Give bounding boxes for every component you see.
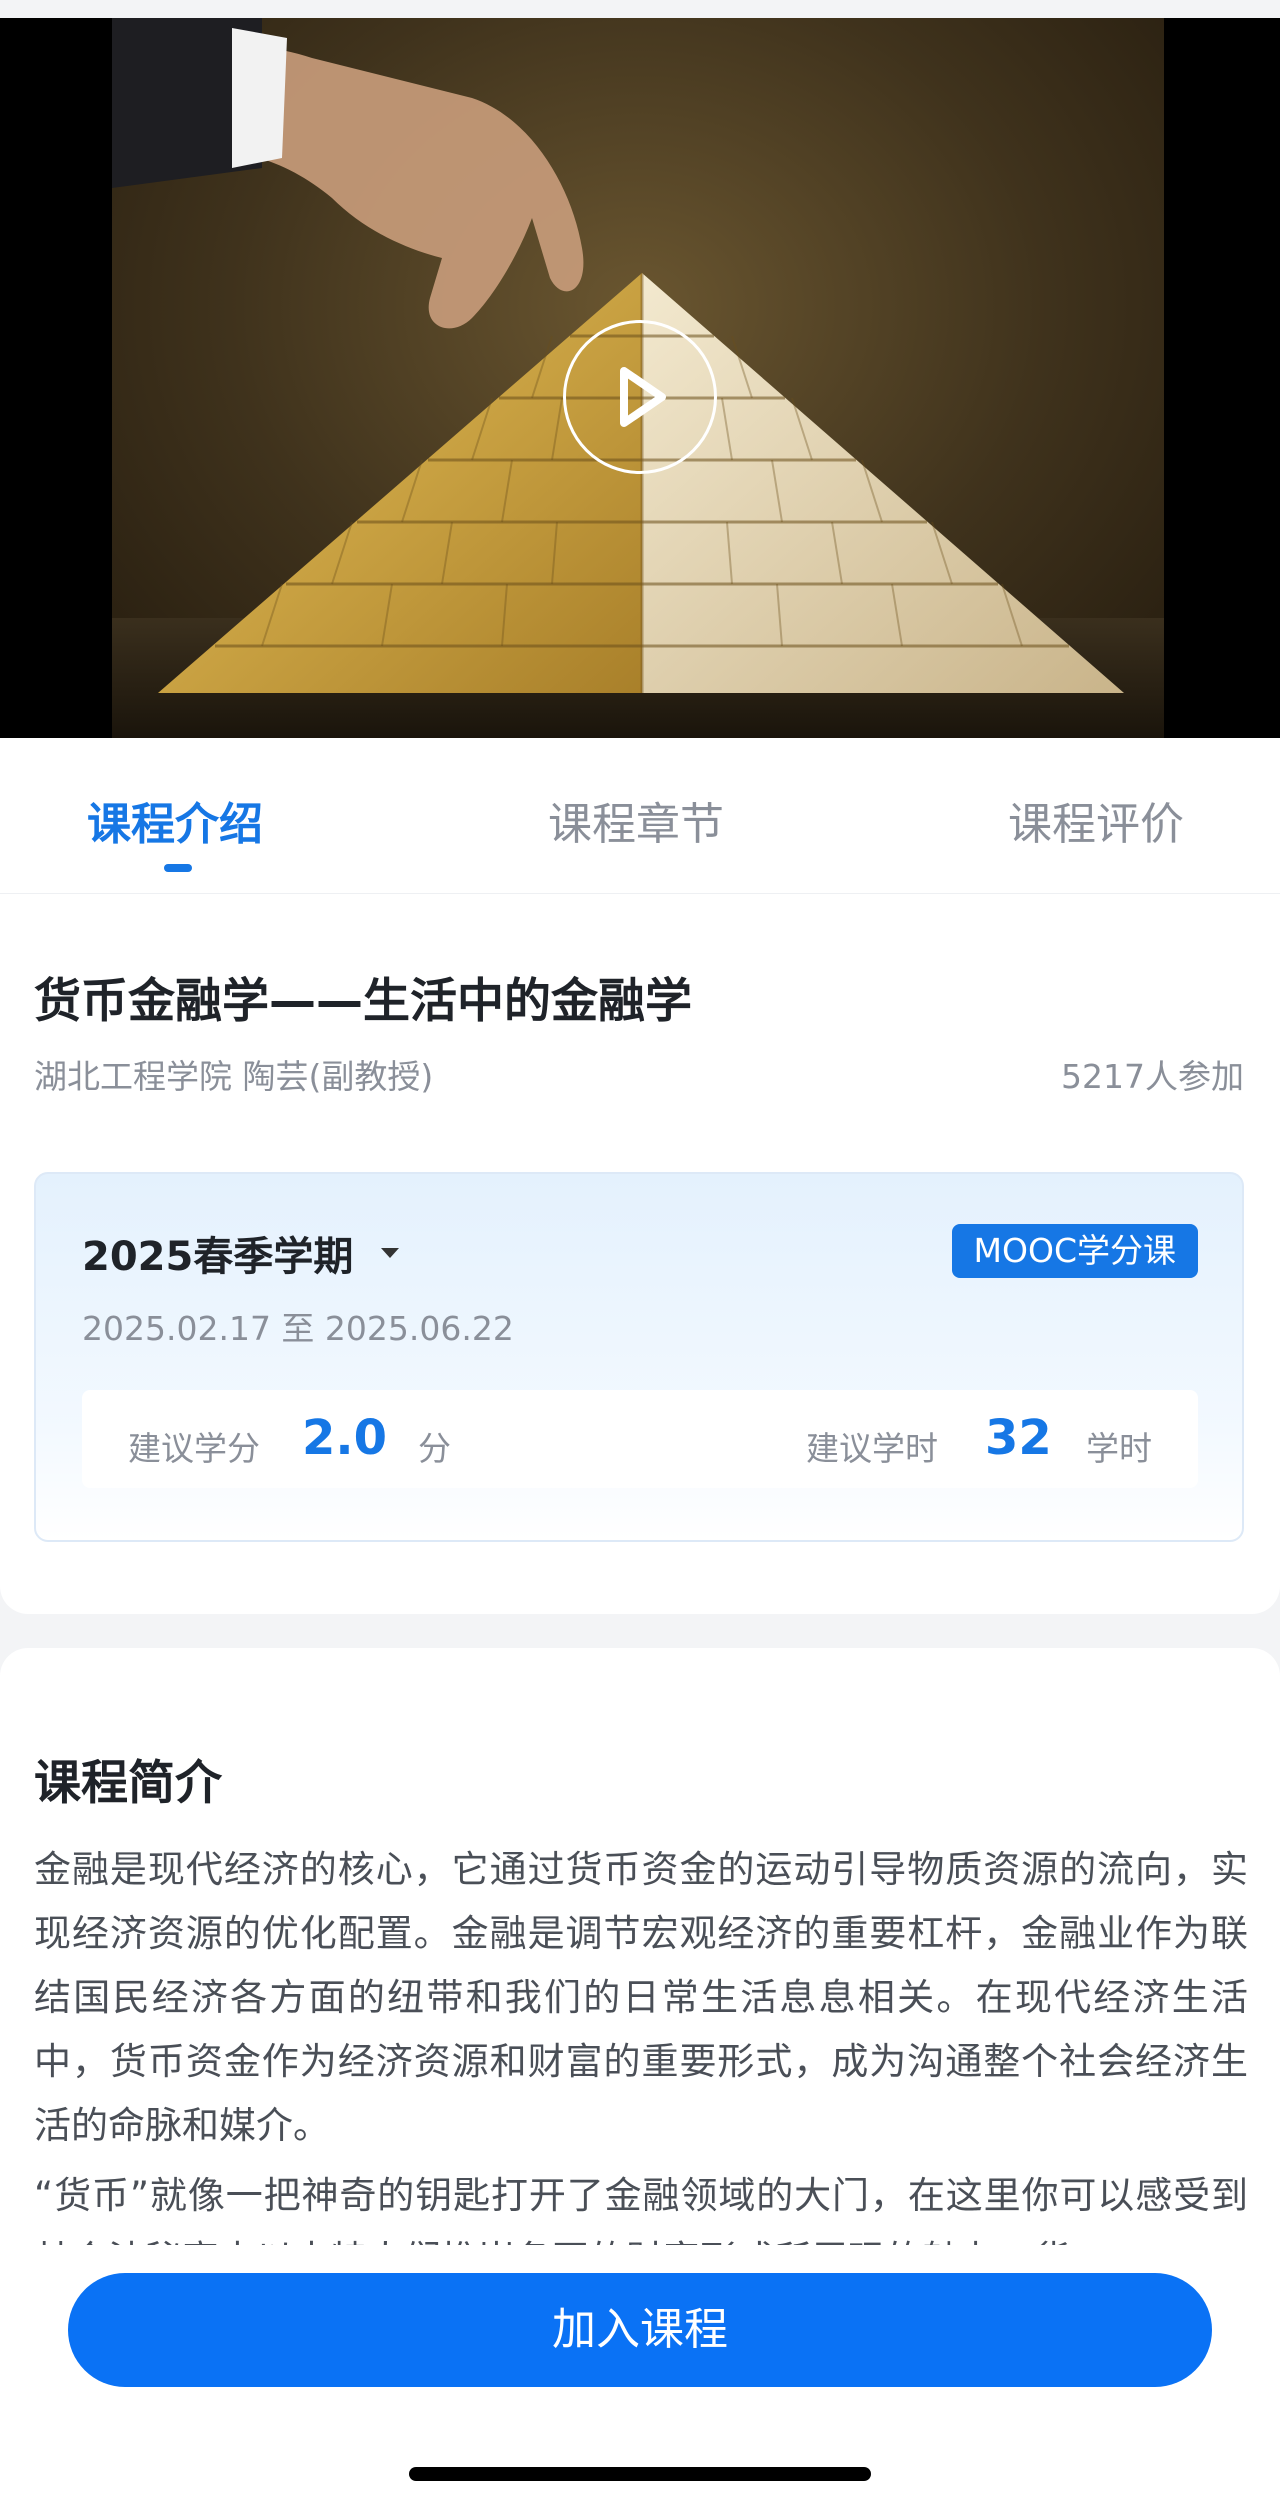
term-card: 2025春季学期 MOOC学分课 2025.02.17 至 2025.06.22…: [34, 1172, 1244, 1542]
course-type-badge: MOOC学分课: [951, 1224, 1198, 1278]
term-selector[interactable]: 2025春季学期: [82, 1224, 400, 1282]
course-tabs: 课程介绍 课程章节 课程评价: [0, 738, 1280, 894]
course-title: 货币金融学——生活中的金融学: [34, 974, 692, 1029]
term-stats: 建议学分 2.0 分 建议学时 32 学时: [82, 1390, 1198, 1488]
active-tab-indicator: [164, 864, 192, 872]
caret-down-icon: [381, 1248, 400, 1258]
hours-unit: 学时: [1086, 1429, 1152, 1468]
credit-value: 2.0: [302, 1410, 388, 1466]
intro-paragraph: 金融是现代经济的核心，它通过货币资金的运动引导物质资源的流向，实现经济资源的优化…: [34, 1848, 1248, 2147]
play-icon: [620, 367, 666, 427]
intro-text: 金融是现代经济的核心，它通过货币资金的运动引导物质资源的流向，实现经济资源的优化…: [34, 1838, 1248, 2288]
credit-label: 建议学分: [128, 1429, 260, 1468]
tab-course-intro[interactable]: 课程介绍: [87, 788, 263, 852]
course-teacher: 湖北工程学院 陶芸(副教授): [34, 1057, 434, 1096]
term-name: 2025春季学期: [82, 1234, 354, 1280]
participant-count: 5217人参加: [1061, 1057, 1244, 1096]
tab-course-chapters[interactable]: 课程章节: [548, 788, 724, 852]
course-info-section: 货币金融学——生活中的金融学 湖北工程学院 陶芸(副教授) 5217人参加 20…: [0, 894, 1280, 1614]
video-player[interactable]: [0, 18, 1280, 738]
hours-value: 32: [985, 1410, 1052, 1466]
bottom-action-bar: 加入课程: [0, 2245, 1280, 2495]
hours-label: 建议学时: [806, 1429, 938, 1468]
intro-heading: 课程简介: [34, 1756, 222, 1811]
tab-course-reviews[interactable]: 课程评价: [1008, 788, 1184, 852]
credit-unit: 分: [418, 1429, 451, 1468]
course-detail-page: 课程介绍 课程章节 课程评价 货币金融学——生活中的金融学 湖北工程学院 陶芸(…: [0, 0, 1280, 2495]
term-dates: 2025.02.17 至 2025.06.22: [82, 1309, 514, 1348]
join-course-button[interactable]: 加入课程: [68, 2273, 1212, 2387]
play-button[interactable]: [563, 320, 717, 474]
home-indicator: [409, 2467, 871, 2481]
course-intro-section: 课程简介 金融是现代经济的核心，它通过货币资金的运动引导物质资源的流向，实现经济…: [0, 1648, 1280, 2288]
